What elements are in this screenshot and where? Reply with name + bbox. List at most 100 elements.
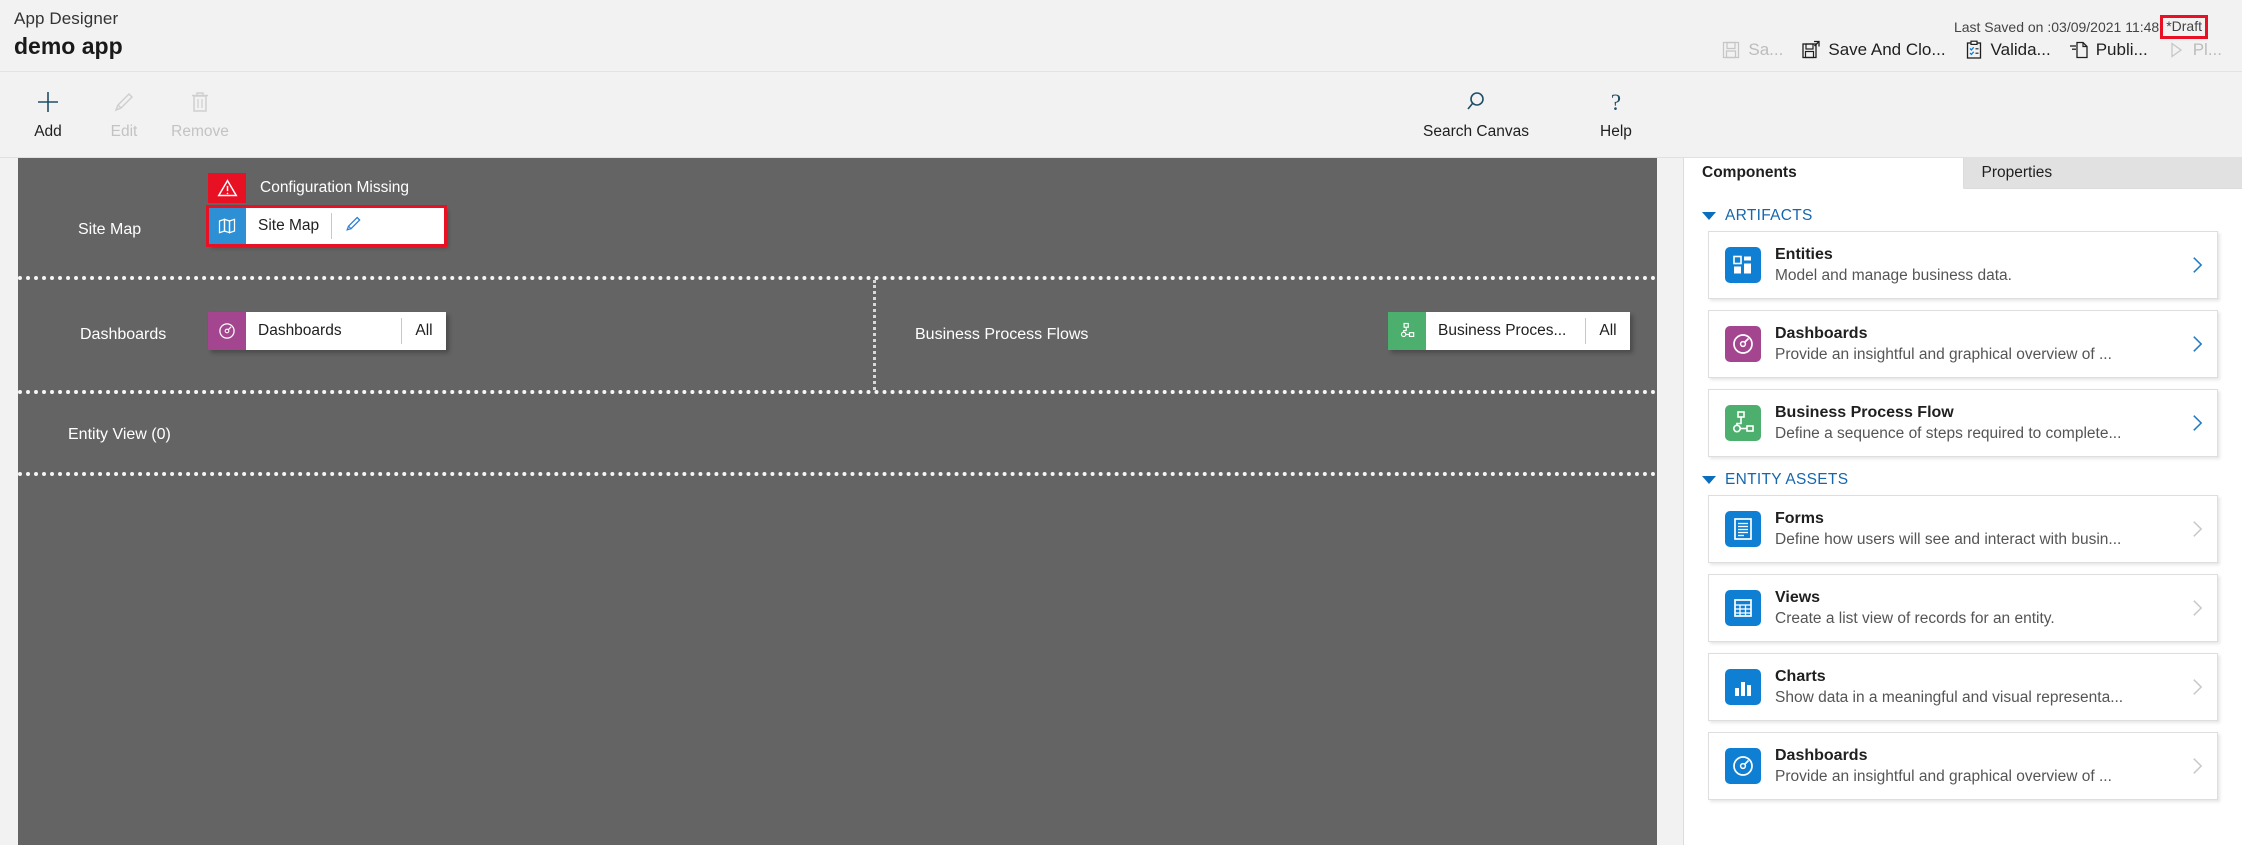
section-title-artifacts: ARTIFACTS — [1725, 207, 1813, 224]
component-text: Charts Show data in a meaningful and vis… — [1775, 666, 2177, 708]
component-icon-wrap — [1709, 748, 1775, 784]
component-icon-wrap — [1709, 405, 1775, 441]
component-icon-wrap — [1709, 590, 1775, 626]
section-header-artifacts[interactable]: ARTIFACTS — [1702, 207, 2226, 225]
component-icon-wrap — [1709, 326, 1775, 362]
component-card-dashboards-artifact[interactable]: Dashboards Provide an insightful and gra… — [1708, 310, 2218, 378]
chevron-right-icon[interactable] — [2177, 518, 2217, 540]
trash-icon — [186, 88, 214, 116]
canvas-column-divider — [873, 280, 876, 390]
sitemap-tile[interactable]: Site Map — [208, 207, 445, 245]
form-icon — [1725, 511, 1761, 547]
components-panel: Components Properties ARTIFACTS Entities… — [1683, 158, 2242, 845]
component-card-views[interactable]: Views Create a list view of records for … — [1708, 574, 2218, 642]
component-title: Views — [1775, 589, 1821, 606]
dashboards-tile-scope: All — [415, 322, 433, 339]
canvas-divider-3 — [18, 472, 1657, 476]
publish-label: Publi... — [2095, 40, 2148, 59]
business-process-flow-tile[interactable]: Business Proces... All — [1388, 312, 1630, 350]
toolbar-left-group: Add Edit Remove — [10, 82, 238, 141]
chevron-right-icon[interactable] — [2177, 676, 2217, 698]
process-flow-icon — [1725, 405, 1761, 441]
designer-toolbar: Add Edit Remove Search Canvas ? Help — [0, 72, 2242, 158]
canvas-row-dashboards: Dashboards Dashboards All Business Proce… — [18, 280, 1657, 390]
component-title: Dashboards — [1775, 325, 1868, 342]
save-and-close-button[interactable]: Save And Clo... — [1793, 36, 1955, 64]
component-card-dashboards-entity[interactable]: Dashboards Provide an insightful and gra… — [1708, 732, 2218, 800]
validate-button[interactable]: Valida... — [1956, 36, 2061, 64]
remove-button[interactable]: Remove — [162, 82, 238, 141]
chevron-right-icon[interactable] — [2177, 597, 2217, 619]
component-desc: Define how users will see and interact w… — [1775, 531, 2122, 548]
canvas-row-entity-view: Entity View (0) — [18, 394, 1657, 472]
component-card-charts[interactable]: Charts Show data in a meaningful and vis… — [1708, 653, 2218, 721]
app-canvas[interactable]: Site Map Configuration Missing Site Map … — [18, 158, 1657, 845]
publish-icon — [2069, 40, 2089, 60]
last-saved-text: Last Saved on :03/09/2021 11:48 — [1953, 19, 2160, 35]
search-canvas-label: Search Canvas — [1423, 123, 1529, 140]
sitemap-row-label: Site Map — [78, 221, 142, 238]
map-icon — [208, 207, 246, 245]
add-button[interactable]: Add — [10, 82, 86, 141]
panel-tab-strip: Components Properties — [1684, 158, 2242, 189]
tab-components[interactable]: Components — [1684, 158, 1964, 189]
pencil-icon — [110, 88, 138, 116]
component-title: Forms — [1775, 510, 1824, 527]
component-desc: Define a sequence of steps required to c… — [1775, 425, 2122, 442]
section-header-entity-assets[interactable]: ENTITY ASSETS — [1702, 471, 2226, 489]
edit-button-label: Edit — [110, 123, 138, 140]
publish-button[interactable]: Publi... — [2061, 36, 2158, 64]
component-text: Views Create a list view of records for … — [1775, 587, 2177, 629]
component-card-entities[interactable]: Entities Model and manage business data. — [1708, 231, 2218, 299]
save-and-close-icon — [1801, 40, 1821, 60]
app-header: App Designer demo app Last Saved on :03/… — [0, 0, 2242, 72]
svg-text:?: ? — [1611, 90, 1621, 115]
chevron-right-icon[interactable] — [2177, 254, 2217, 276]
edit-button[interactable]: Edit — [86, 82, 162, 141]
configuration-missing-text: Configuration Missing — [260, 179, 410, 196]
component-text: Entities Model and manage business data. — [1775, 244, 2177, 286]
tab-properties[interactable]: Properties — [1963, 158, 2242, 189]
component-desc: Create a list view of records for an ent… — [1775, 610, 2055, 627]
save-and-close-label: Save And Clo... — [1828, 40, 1946, 59]
validate-clipboard-icon — [1964, 40, 1984, 60]
dashboards-row-label: Dashboards — [80, 326, 167, 343]
component-card-forms[interactable]: Forms Define how users will see and inte… — [1708, 495, 2218, 563]
chevron-right-icon[interactable] — [2177, 412, 2217, 434]
search-icon — [1462, 88, 1490, 116]
app-title-block: App Designer demo app — [14, 8, 123, 60]
save-icon — [1721, 40, 1741, 60]
component-desc: Show data in a meaningful and visual rep… — [1775, 689, 2124, 706]
dashboards-tile-label: Dashboards — [258, 322, 342, 339]
component-title: Business Process Flow — [1775, 404, 1954, 421]
chevron-down-icon — [1702, 476, 1716, 484]
plus-icon — [34, 88, 62, 116]
search-canvas-button[interactable]: Search Canvas — [1416, 82, 1536, 141]
sitemap-edit-button[interactable] — [332, 207, 374, 245]
remove-button-label: Remove — [171, 123, 229, 140]
command-bar: Sa... Save And Clo... Valida... Publi...… — [1713, 36, 2232, 64]
page-title: demo app — [14, 33, 123, 59]
chevron-down-icon — [1702, 212, 1716, 220]
bpf-tile-label: Business Proces... — [1438, 322, 1567, 339]
dashboards-tile[interactable]: Dashboards All — [208, 312, 446, 350]
component-desc: Provide an insightful and graphical over… — [1775, 768, 2112, 785]
chevron-right-icon[interactable] — [2177, 755, 2217, 777]
warning-triangle-icon — [208, 173, 246, 203]
component-icon-wrap — [1709, 669, 1775, 705]
entity-view-label: Entity View (0) — [68, 426, 171, 443]
gauge-icon — [1725, 748, 1761, 784]
save-button[interactable]: Sa... — [1713, 36, 1793, 64]
component-title: Charts — [1775, 668, 1826, 685]
pencil-icon — [343, 214, 363, 239]
component-card-business-process-flow[interactable]: Business Process Flow Define a sequence … — [1708, 389, 2218, 457]
help-button[interactable]: ? Help — [1578, 82, 1654, 141]
bpf-tile-scope: All — [1599, 322, 1617, 339]
chevron-right-icon[interactable] — [2177, 333, 2217, 355]
toolbar-right-group: Search Canvas ? Help — [1416, 82, 1654, 141]
bar-chart-icon — [1725, 669, 1761, 705]
question-mark-icon: ? — [1602, 88, 1630, 116]
play-button[interactable]: Pl... — [2158, 36, 2232, 64]
app-designer-label: App Designer — [14, 9, 119, 28]
canvas-row-sitemap: Site Map Configuration Missing Site Map — [18, 158, 1657, 276]
